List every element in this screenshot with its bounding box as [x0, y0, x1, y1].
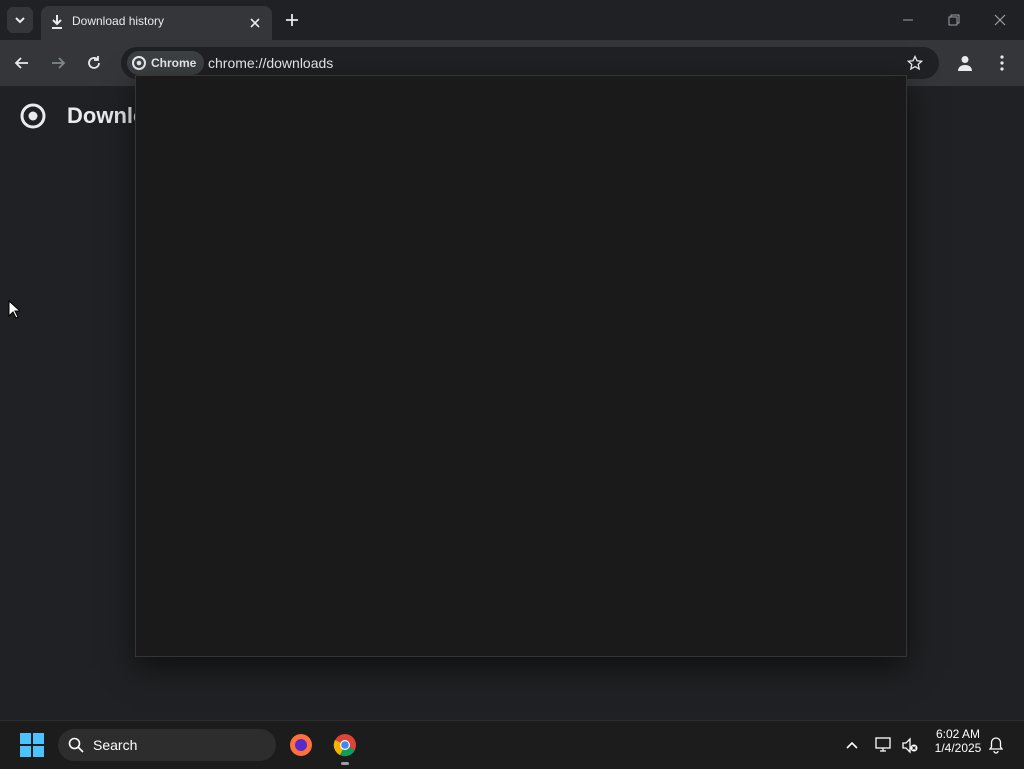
chrome-icon[interactable]: [333, 733, 357, 757]
chrome-chip[interactable]: Chrome: [127, 51, 205, 75]
close-icon[interactable]: [248, 16, 262, 30]
cursor-icon: [8, 300, 20, 319]
restore-icon[interactable]: [946, 12, 962, 28]
menu-icon[interactable]: [996, 53, 1008, 73]
search-placeholder: Search: [93, 737, 138, 753]
reload-icon[interactable]: [84, 53, 104, 73]
network-icon[interactable]: [875, 736, 893, 754]
search-icon: [68, 737, 84, 753]
chrome-logo-icon: [132, 56, 146, 70]
chrome-running-indicator: [341, 762, 349, 765]
tab-strip: Download history: [0, 0, 1024, 40]
blank-popup-window[interactable]: [135, 75, 907, 657]
url-text[interactable]: chrome://downloads: [208, 55, 333, 71]
chrome-logo-icon: [20, 103, 46, 129]
windows-start-icon[interactable]: [20, 733, 44, 757]
taskbar: Search 6:02 AM 1/4/2025: [0, 720, 1024, 769]
tab-download-history[interactable]: Download history: [41, 6, 272, 40]
notification-bell-icon[interactable]: [988, 736, 1004, 754]
tab-search-button[interactable]: [7, 7, 33, 33]
chevron-up-icon[interactable]: [845, 738, 859, 752]
volume-muted-icon[interactable]: [901, 737, 919, 755]
chip-label: Chrome: [151, 56, 197, 70]
forward-icon[interactable]: [48, 53, 68, 73]
new-tab-icon[interactable]: [283, 11, 301, 29]
clock[interactable]: 6:02 AM 1/4/2025: [926, 727, 990, 755]
clock-time: 6:02 AM: [935, 727, 981, 741]
download-icon: [52, 15, 62, 29]
firefox-icon[interactable]: [289, 733, 313, 757]
back-icon[interactable]: [12, 53, 32, 73]
tab-title: Download history: [72, 14, 165, 28]
tab-search-icon: [15, 17, 25, 24]
profile-icon[interactable]: [956, 54, 974, 72]
bookmark-star-icon[interactable]: [907, 55, 923, 71]
minimize-icon[interactable]: [900, 14, 916, 26]
taskbar-search[interactable]: Search: [58, 729, 276, 761]
clock-date: 1/4/2025: [934, 741, 982, 755]
window-close-icon[interactable]: [992, 12, 1008, 28]
